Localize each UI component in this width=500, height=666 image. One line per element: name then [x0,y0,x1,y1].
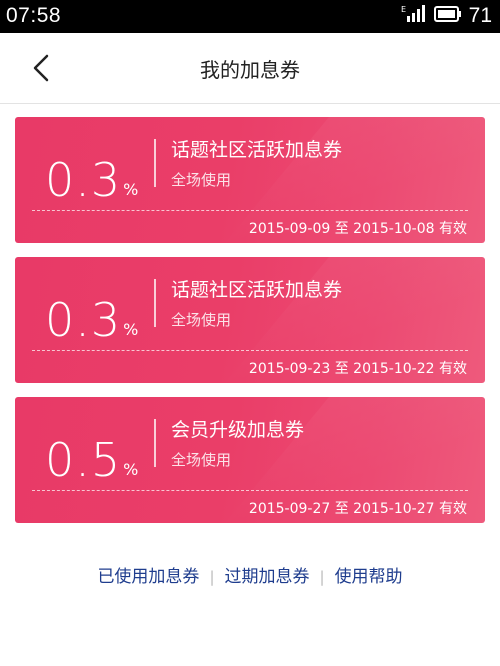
usage-help-link[interactable]: 使用帮助 [335,567,403,587]
coupon-rate: 0.3 % [45,143,138,203]
coupon-validity: 2015-09-09 至 2015-10-08 有效 [248,221,467,237]
status-icons: E 71 [401,4,492,28]
dashed-divider [32,490,468,491]
page-title: 我的加息券 [200,58,300,82]
link-separator: | [319,568,325,586]
coupon-scope: 全场使用 [171,451,232,469]
rate-unit: % [123,320,139,339]
coupon-name: 会员升级加息券 [171,419,305,441]
coupon-name: 话题社区活跃加息券 [171,139,343,161]
expired-coupons-link[interactable]: 过期加息券 [225,567,310,587]
battery-icon [433,6,462,26]
coupon-card[interactable]: 0.5 % 会员升级加息券 全场使用 2015-09-27 至 2015-10-… [15,397,485,523]
link-separator: | [209,568,215,586]
coupon-rate: 0.5 % [45,423,138,483]
nav-header: 我的加息券 [0,33,500,104]
rate-unit: % [123,460,139,479]
rate-unit: % [123,180,139,199]
coupon-name: 话题社区活跃加息券 [171,279,343,301]
coupon-scope: 全场使用 [171,171,232,189]
dashed-divider [32,350,468,351]
divider [154,279,156,327]
battery-level: 71 [468,4,492,27]
coupon-validity: 2015-09-23 至 2015-10-22 有效 [248,361,467,377]
coupon-card[interactable]: 0.3 % 话题社区活跃加息券 全场使用 2015-09-23 至 2015-1… [15,257,485,383]
divider [154,419,156,467]
coupon-scope: 全场使用 [171,311,232,329]
divider [154,139,156,187]
signal-icon: E [401,4,427,28]
svg-text:E: E [401,5,406,14]
footer-links: 已使用加息券 | 过期加息券 | 使用帮助 [0,562,500,587]
coupon-rate: 0.3 % [45,283,138,343]
dashed-divider [32,210,468,211]
rate-value: 0.3 [45,293,122,347]
status-bar: 07:58 E 71 [0,0,500,33]
rate-value: 0.5 [45,433,122,487]
rate-value: 0.3 [45,153,122,207]
coupon-card[interactable]: 0.3 % 话题社区活跃加息券 全场使用 2015-09-09 至 2015-1… [15,117,485,243]
used-coupons-link[interactable]: 已使用加息券 [97,567,199,587]
status-time: 07:58 [6,4,62,27]
coupon-validity: 2015-09-27 至 2015-10-27 有效 [248,501,467,517]
